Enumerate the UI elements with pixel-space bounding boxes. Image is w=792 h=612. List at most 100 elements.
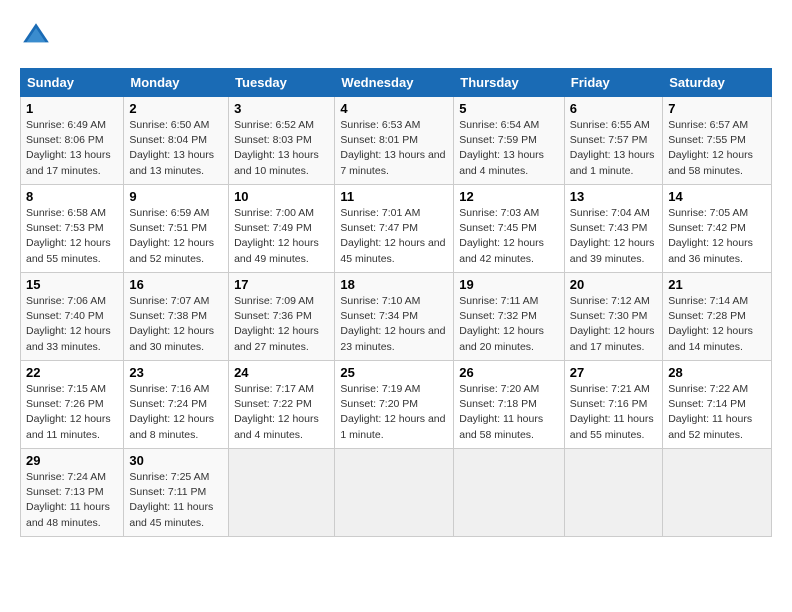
calendar-cell: 14 Sunrise: 7:05 AM Sunset: 7:42 PM Dayli… (663, 185, 772, 273)
day-info: Sunrise: 7:04 AM Sunset: 7:43 PM Dayligh… (570, 206, 657, 267)
logo (20, 20, 56, 52)
day-info: Sunrise: 7:15 AM Sunset: 7:26 PM Dayligh… (26, 382, 118, 443)
calendar-cell: 23 Sunrise: 7:16 AM Sunset: 7:24 PM Dayli… (124, 361, 229, 449)
calendar-cell: 21 Sunrise: 7:14 AM Sunset: 7:28 PM Dayli… (663, 273, 772, 361)
day-number: 7 (668, 101, 766, 116)
day-number: 13 (570, 189, 657, 204)
day-info: Sunrise: 6:52 AM Sunset: 8:03 PM Dayligh… (234, 118, 329, 179)
calendar-cell: 20Sunrise: 7:12 AM Sunset: 7:30 PM Dayli… (564, 273, 662, 361)
day-info: Sunrise: 7:19 AM Sunset: 7:20 PM Dayligh… (340, 382, 448, 443)
calendar-cell (454, 449, 565, 537)
day-info: Sunrise: 7:01 AM Sunset: 7:47 PM Dayligh… (340, 206, 448, 267)
day-info: Sunrise: 6:49 AM Sunset: 8:06 PM Dayligh… (26, 118, 118, 179)
calendar-cell (663, 449, 772, 537)
day-number: 9 (129, 189, 223, 204)
calendar-cell: 4 Sunrise: 6:53 AM Sunset: 8:01 PM Daylig… (335, 97, 454, 185)
calendar-cell: 24 Sunrise: 7:17 AM Sunset: 7:22 PM Dayli… (229, 361, 335, 449)
day-info: Sunrise: 7:24 AM Sunset: 7:13 PM Dayligh… (26, 470, 118, 531)
day-info: Sunrise: 7:22 AM Sunset: 7:14 PM Dayligh… (668, 382, 766, 443)
day-number: 30 (129, 453, 223, 468)
day-info: Sunrise: 7:03 AM Sunset: 7:45 PM Dayligh… (459, 206, 559, 267)
day-info: Sunrise: 7:16 AM Sunset: 7:24 PM Dayligh… (129, 382, 223, 443)
day-info: Sunrise: 6:55 AM Sunset: 7:57 PM Dayligh… (570, 118, 657, 179)
day-number: 14 (668, 189, 766, 204)
day-info: Sunrise: 6:59 AM Sunset: 7:51 PM Dayligh… (129, 206, 223, 267)
day-number: 23 (129, 365, 223, 380)
calendar-cell: 8 Sunrise: 6:58 AM Sunset: 7:53 PM Daylig… (21, 185, 124, 273)
day-number: 24 (234, 365, 329, 380)
day-info: Sunrise: 6:54 AM Sunset: 7:59 PM Dayligh… (459, 118, 559, 179)
calendar-cell (229, 449, 335, 537)
col-header-friday: Friday (564, 69, 662, 97)
day-info: Sunrise: 7:09 AM Sunset: 7:36 PM Dayligh… (234, 294, 329, 355)
day-info: Sunrise: 7:07 AM Sunset: 7:38 PM Dayligh… (129, 294, 223, 355)
day-number: 8 (26, 189, 118, 204)
calendar-cell: 17Sunrise: 7:09 AM Sunset: 7:36 PM Dayli… (229, 273, 335, 361)
day-info: Sunrise: 7:06 AM Sunset: 7:40 PM Dayligh… (26, 294, 118, 355)
col-header-thursday: Thursday (454, 69, 565, 97)
calendar-cell: 25 Sunrise: 7:19 AM Sunset: 7:20 PM Dayli… (335, 361, 454, 449)
day-number: 22 (26, 365, 118, 380)
day-info: Sunrise: 6:53 AM Sunset: 8:01 PM Dayligh… (340, 118, 448, 179)
day-number: 6 (570, 101, 657, 116)
col-header-saturday: Saturday (663, 69, 772, 97)
calendar-cell: 7 Sunrise: 6:57 AM Sunset: 7:55 PM Daylig… (663, 97, 772, 185)
day-number: 26 (459, 365, 559, 380)
col-header-sunday: Sunday (21, 69, 124, 97)
day-number: 5 (459, 101, 559, 116)
calendar-cell: 22 Sunrise: 7:15 AM Sunset: 7:26 PM Dayli… (21, 361, 124, 449)
day-number: 28 (668, 365, 766, 380)
calendar-cell: 15Sunrise: 7:06 AM Sunset: 7:40 PM Dayli… (21, 273, 124, 361)
calendar-cell: 13 Sunrise: 7:04 AM Sunset: 7:43 PM Dayli… (564, 185, 662, 273)
day-info: Sunrise: 7:10 AM Sunset: 7:34 PM Dayligh… (340, 294, 448, 355)
calendar-cell: 28 Sunrise: 7:22 AM Sunset: 7:14 PM Dayli… (663, 361, 772, 449)
day-number: 3 (234, 101, 329, 116)
day-number: 4 (340, 101, 448, 116)
day-number: 19 (459, 277, 559, 292)
day-info: Sunrise: 7:20 AM Sunset: 7:18 PM Dayligh… (459, 382, 559, 443)
calendar-cell: 16 Sunrise: 7:07 AM Sunset: 7:38 PM Dayli… (124, 273, 229, 361)
calendar-cell: 12 Sunrise: 7:03 AM Sunset: 7:45 PM Dayli… (454, 185, 565, 273)
calendar-cell: 5 Sunrise: 6:54 AM Sunset: 7:59 PM Daylig… (454, 97, 565, 185)
day-info: Sunrise: 7:21 AM Sunset: 7:16 PM Dayligh… (570, 382, 657, 443)
day-info: Sunrise: 7:11 AM Sunset: 7:32 PM Dayligh… (459, 294, 559, 355)
col-header-monday: Monday (124, 69, 229, 97)
day-info: Sunrise: 7:25 AM Sunset: 7:11 PM Dayligh… (129, 470, 223, 531)
calendar-cell: 6 Sunrise: 6:55 AM Sunset: 7:57 PM Daylig… (564, 97, 662, 185)
calendar-cell: 30 Sunrise: 7:25 AM Sunset: 7:11 PM Dayli… (124, 449, 229, 537)
day-info: Sunrise: 7:05 AM Sunset: 7:42 PM Dayligh… (668, 206, 766, 267)
day-number: 27 (570, 365, 657, 380)
calendar-cell: 9 Sunrise: 6:59 AM Sunset: 7:51 PM Daylig… (124, 185, 229, 273)
calendar-cell (335, 449, 454, 537)
day-number: 12 (459, 189, 559, 204)
day-info: Sunrise: 6:50 AM Sunset: 8:04 PM Dayligh… (129, 118, 223, 179)
day-info: Sunrise: 6:57 AM Sunset: 7:55 PM Dayligh… (668, 118, 766, 179)
day-info: Sunrise: 7:17 AM Sunset: 7:22 PM Dayligh… (234, 382, 329, 443)
calendar-cell: 1 Sunrise: 6:49 AM Sunset: 8:06 PM Daylig… (21, 97, 124, 185)
day-info: Sunrise: 7:14 AM Sunset: 7:28 PM Dayligh… (668, 294, 766, 355)
calendar-cell: 10 Sunrise: 7:00 AM Sunset: 7:49 PM Dayli… (229, 185, 335, 273)
page-header (20, 20, 772, 52)
calendar-table: SundayMondayTuesdayWednesdayThursdayFrid… (20, 68, 772, 537)
day-number: 21 (668, 277, 766, 292)
calendar-cell: 27 Sunrise: 7:21 AM Sunset: 7:16 PM Dayli… (564, 361, 662, 449)
day-number: 29 (26, 453, 118, 468)
col-header-wednesday: Wednesday (335, 69, 454, 97)
calendar-cell: 3 Sunrise: 6:52 AM Sunset: 8:03 PM Daylig… (229, 97, 335, 185)
day-number: 16 (129, 277, 223, 292)
day-info: Sunrise: 7:12 AM Sunset: 7:30 PM Dayligh… (570, 294, 657, 355)
logo-icon (20, 20, 52, 52)
calendar-cell: 29 Sunrise: 7:24 AM Sunset: 7:13 PM Dayli… (21, 449, 124, 537)
day-info: Sunrise: 7:00 AM Sunset: 7:49 PM Dayligh… (234, 206, 329, 267)
calendar-cell: 11Sunrise: 7:01 AM Sunset: 7:47 PM Dayli… (335, 185, 454, 273)
day-number: 1 (26, 101, 118, 116)
day-info: Sunrise: 6:58 AM Sunset: 7:53 PM Dayligh… (26, 206, 118, 267)
day-number: 25 (340, 365, 448, 380)
calendar-cell: 19 Sunrise: 7:11 AM Sunset: 7:32 PM Dayli… (454, 273, 565, 361)
day-number: 2 (129, 101, 223, 116)
calendar-cell: 2 Sunrise: 6:50 AM Sunset: 8:04 PM Daylig… (124, 97, 229, 185)
col-header-tuesday: Tuesday (229, 69, 335, 97)
calendar-cell (564, 449, 662, 537)
day-number: 18 (340, 277, 448, 292)
day-number: 10 (234, 189, 329, 204)
